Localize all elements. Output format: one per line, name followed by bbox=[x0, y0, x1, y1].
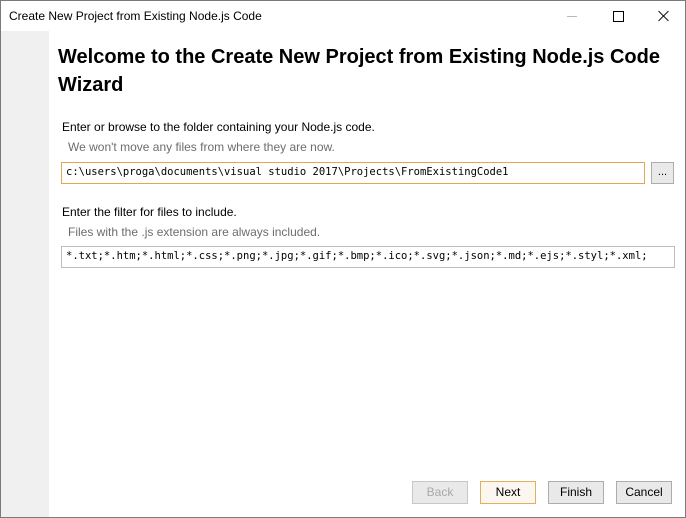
folder-label: Enter or browse to the folder containing… bbox=[62, 120, 375, 134]
window-title: Create New Project from Existing Node.js… bbox=[9, 9, 262, 23]
wizard-window: Create New Project from Existing Node.js… bbox=[0, 0, 686, 518]
title-bar[interactable]: Create New Project from Existing Node.js… bbox=[1, 1, 685, 31]
cancel-button[interactable]: Cancel bbox=[616, 481, 672, 504]
browse-button[interactable]: ... bbox=[651, 162, 674, 184]
page-title: Welcome to the Create New Project from E… bbox=[58, 46, 660, 96]
maximize-icon bbox=[612, 10, 624, 22]
folder-hint: We won't move any files from where they … bbox=[68, 140, 335, 154]
finish-button[interactable]: Finish bbox=[548, 481, 604, 504]
next-button[interactable]: Next bbox=[480, 481, 536, 504]
folder-path-input[interactable]: c:\users\proga\documents\visual studio 2… bbox=[61, 162, 645, 184]
file-filter-input[interactable]: *.txt;*.htm;*.html;*.css;*.png;*.jpg;*.g… bbox=[61, 246, 675, 268]
wizard-side-panel bbox=[1, 31, 49, 517]
back-button[interactable]: Back bbox=[412, 481, 468, 504]
filter-hint: Files with the .js extension are always … bbox=[68, 225, 321, 239]
minimize-button[interactable] bbox=[549, 1, 595, 31]
close-icon bbox=[658, 10, 670, 22]
filter-label: Enter the filter for files to include. bbox=[62, 205, 237, 219]
wizard-content: Welcome to the Create New Project from E… bbox=[50, 31, 685, 517]
close-button[interactable] bbox=[641, 1, 685, 31]
maximize-button[interactable] bbox=[595, 1, 641, 31]
minimize-icon bbox=[567, 15, 577, 17]
